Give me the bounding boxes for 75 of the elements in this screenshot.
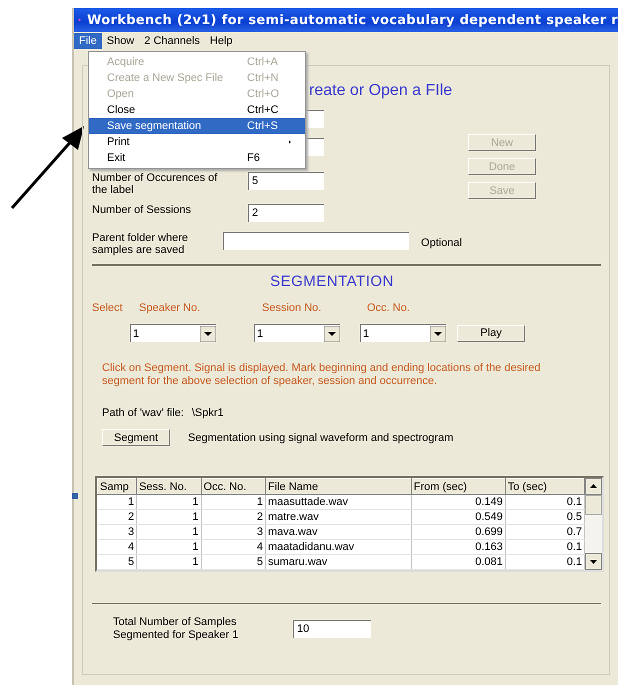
section-heading: SEGMENTATION [269, 273, 395, 290]
text-field[interactable]: 5 [248, 172, 324, 190]
table-cell: sumaru.wav [265, 554, 412, 570]
table-cell: 1 [136, 510, 202, 524]
menu-item[interactable]: Help [204, 33, 238, 49]
table-cell: 0.7 [505, 524, 584, 540]
table-cell: maatadidanu.wav [265, 540, 412, 554]
table-cell: mava.wav [265, 524, 412, 540]
table-cell: 1 [136, 540, 202, 554]
section-heading: reate or Open a FIle [309, 82, 454, 101]
table-cell: 1 [201, 494, 266, 510]
dropdown-arrow-icon [430, 326, 446, 342]
table-cell: 0.163 [411, 540, 506, 554]
table-cell: 2 [201, 510, 266, 524]
table-cell: 3 [98, 524, 137, 540]
total-field[interactable]: 10 [293, 620, 371, 638]
play-button[interactable]: Play [457, 324, 525, 342]
field-note: Optional [421, 237, 462, 249]
column-header[interactable]: Sess. No. [136, 478, 202, 494]
dropdown-field[interactable]: 1 [360, 324, 446, 342]
column-header[interactable]: Samp [98, 478, 137, 494]
table-cell: 5 [201, 554, 266, 570]
table-cell: 0.549 [411, 510, 506, 524]
dropdown-field[interactable]: 1 [254, 324, 340, 342]
instruction-text: Click on Segment. Signal is displayed. Mark beginning and ending locations of the desired segment for the above selection of speaker, session and occurrence. [102, 362, 542, 388]
table-cell: 1 [98, 494, 137, 510]
field-label: Number of Occurences of the label [92, 172, 218, 196]
table-cell: 1 [136, 524, 202, 540]
table-cell: 3 [201, 524, 266, 540]
path-value: \Spkr1 [192, 407, 224, 419]
path-label: Path of 'wav' file: [102, 407, 184, 419]
column-header[interactable]: File Name [265, 478, 412, 494]
segment-description: Segmentation using signal waveform and spectrogram [188, 432, 454, 444]
table-cell: 1 [136, 554, 202, 570]
dropdown-arrow-icon [200, 326, 216, 342]
table-cell: matre.wav [265, 510, 412, 524]
field-label: Parent folder where samples are saved [92, 232, 189, 256]
table-cell: 5 [98, 554, 137, 570]
segment-button[interactable]: Segment [102, 429, 170, 446]
table-cell: 2 [98, 510, 137, 524]
menu-entry[interactable]: Print [89, 134, 305, 150]
menu-item[interactable]: Show [102, 33, 140, 49]
select-label: Select [92, 302, 123, 314]
table-cell: 0.149 [411, 494, 506, 510]
dropdown-arrow-icon [324, 326, 340, 342]
table-cell: 1 [136, 494, 202, 510]
table-cell: 4 [98, 540, 137, 554]
table-cell: 0.1 [505, 540, 584, 554]
menu-item[interactable]: File [74, 33, 102, 49]
table-cell: maasuttade.wav [265, 494, 412, 510]
text-field[interactable] [223, 232, 410, 250]
column-header[interactable]: Occ. No. [201, 478, 266, 494]
total-label: Total Number of Samples Segmented for Speaker 1 [113, 616, 240, 642]
table-cell: 4 [201, 540, 266, 554]
combo-label: Session No. [262, 302, 322, 314]
window-title: Workbench (2v1) for semi-automatic vocabulary dependent speaker r [87, 12, 618, 28]
table-cell: 0.5 [505, 510, 584, 524]
column-header[interactable]: From (sec) [411, 478, 506, 494]
submenu-arrow-icon [289, 138, 291, 146]
menu-entry[interactable]: Save segmentation Ctrl+S [89, 118, 305, 134]
menu-entry[interactable]: Exit F6 [89, 150, 305, 166]
table-cell: 0.081 [411, 554, 506, 570]
combo-label: Speaker No. [139, 302, 200, 314]
dropdown-field[interactable]: 1 [130, 324, 216, 342]
menu-item[interactable]: 2 Channels [139, 33, 205, 49]
table-cell: 0.699 [411, 524, 506, 540]
text-field[interactable]: 2 [248, 204, 324, 222]
table-cell: 0.1 [505, 494, 584, 510]
scroll-bar[interactable] [585, 478, 602, 570]
field-label: Number of Sessions [92, 204, 192, 216]
column-header[interactable]: To (sec) [505, 478, 584, 494]
menu-entry[interactable]: Close Ctrl+C [89, 102, 305, 118]
combo-label: Occ. No. [367, 302, 410, 314]
selection-marker [72, 493, 78, 499]
table-cell: 0.1 [505, 554, 584, 570]
